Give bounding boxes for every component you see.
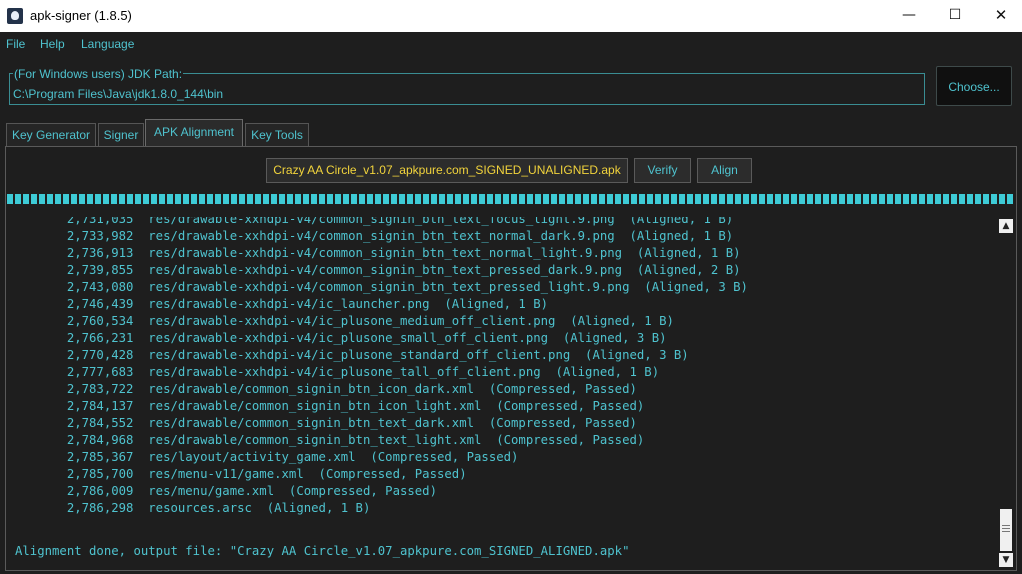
minimize-button[interactable]: — <box>886 0 932 32</box>
title-bar: apk-signer (1.8.5) — ☐ ✕ <box>0 0 1022 32</box>
app-icon <box>7 8 23 24</box>
log-scrollbar[interactable]: ▲ ▼ <box>998 217 1014 569</box>
log-line: 2,739,855 res/drawable-xxhdpi-v4/common_… <box>15 263 741 277</box>
log-line: 2,784,552 res/drawable/common_signin_btn… <box>15 416 637 430</box>
tab-key-tools[interactable]: Key Tools <box>245 123 309 146</box>
log-line: 2,743,080 res/drawable-xxhdpi-v4/common_… <box>15 280 748 294</box>
tab-apk-alignment[interactable]: APK Alignment <box>145 119 243 146</box>
log-line: 2,786,009 res/menu/game.xml (Compressed,… <box>15 484 437 498</box>
log-line: 2,736,913 res/drawable-xxhdpi-v4/common_… <box>15 246 741 260</box>
tab-key-generator[interactable]: Key Generator <box>6 123 96 146</box>
select-apk-button[interactable]: Crazy AA Circle_v1.07_apkpure.com_SIGNED… <box>266 158 628 183</box>
align-button[interactable]: Align <box>697 158 752 183</box>
log-line: 2,760,534 res/drawable-xxhdpi-v4/ic_plus… <box>15 314 674 328</box>
menu-language[interactable]: Language <box>81 37 134 51</box>
menu-file[interactable]: File <box>6 37 25 51</box>
close-button[interactable]: ✕ <box>978 0 1022 32</box>
verify-button[interactable]: Verify <box>634 158 691 183</box>
log-line: 2,746,439 res/drawable-xxhdpi-v4/ic_laun… <box>15 297 549 311</box>
menu-bar: File Help Language <box>0 32 1022 56</box>
progress-bar <box>7 194 1013 204</box>
window-title: apk-signer (1.8.5) <box>30 8 132 23</box>
maximize-button[interactable]: ☐ <box>932 0 978 32</box>
menu-help[interactable]: Help <box>40 37 65 51</box>
log-line: 2,777,683 res/drawable-xxhdpi-v4/ic_plus… <box>15 365 660 379</box>
jdk-path-field[interactable]: C:\Program Files\Java\jdk1.8.0_144\bin <box>13 87 223 101</box>
scroll-up-icon[interactable]: ▲ <box>999 219 1013 233</box>
grip-icon <box>1002 525 1010 534</box>
tab-signer[interactable]: Signer <box>98 123 144 146</box>
log-line: 2,731,035 res/drawable-xxhdpi-v4/common_… <box>15 217 734 226</box>
log-line: 2,784,968 res/drawable/common_signin_btn… <box>15 433 645 447</box>
choose-button[interactable]: Choose... <box>936 66 1012 106</box>
log-line: 2,784,137 res/drawable/common_signin_btn… <box>15 399 645 413</box>
scroll-down-icon[interactable]: ▼ <box>999 553 1013 567</box>
jdk-path-legend: (For Windows users) JDK Path: <box>13 67 184 81</box>
log-line: 2,770,428 res/drawable-xxhdpi-v4/ic_plus… <box>15 348 689 362</box>
log-line: 2,733,982 res/drawable-xxhdpi-v4/common_… <box>15 229 734 243</box>
log-line: 2,766,231 res/drawable-xxhdpi-v4/ic_plus… <box>15 331 667 345</box>
log-line: 2,785,700 res/menu-v11/game.xml (Compres… <box>15 467 467 481</box>
log-line: 2,783,722 res/drawable/common_signin_btn… <box>15 382 637 396</box>
log-status: Alignment done, output file: "Crazy AA C… <box>15 544 630 558</box>
scroll-thumb[interactable] <box>1000 509 1012 551</box>
log-output[interactable]: 2,731,035 res/drawable-xxhdpi-v4/common_… <box>7 217 997 569</box>
log-line: 2,785,367 res/layout/activity_game.xml (… <box>15 450 519 464</box>
log-line: 2,786,298 resources.arsc (Aligned, 1 B) <box>15 501 371 515</box>
